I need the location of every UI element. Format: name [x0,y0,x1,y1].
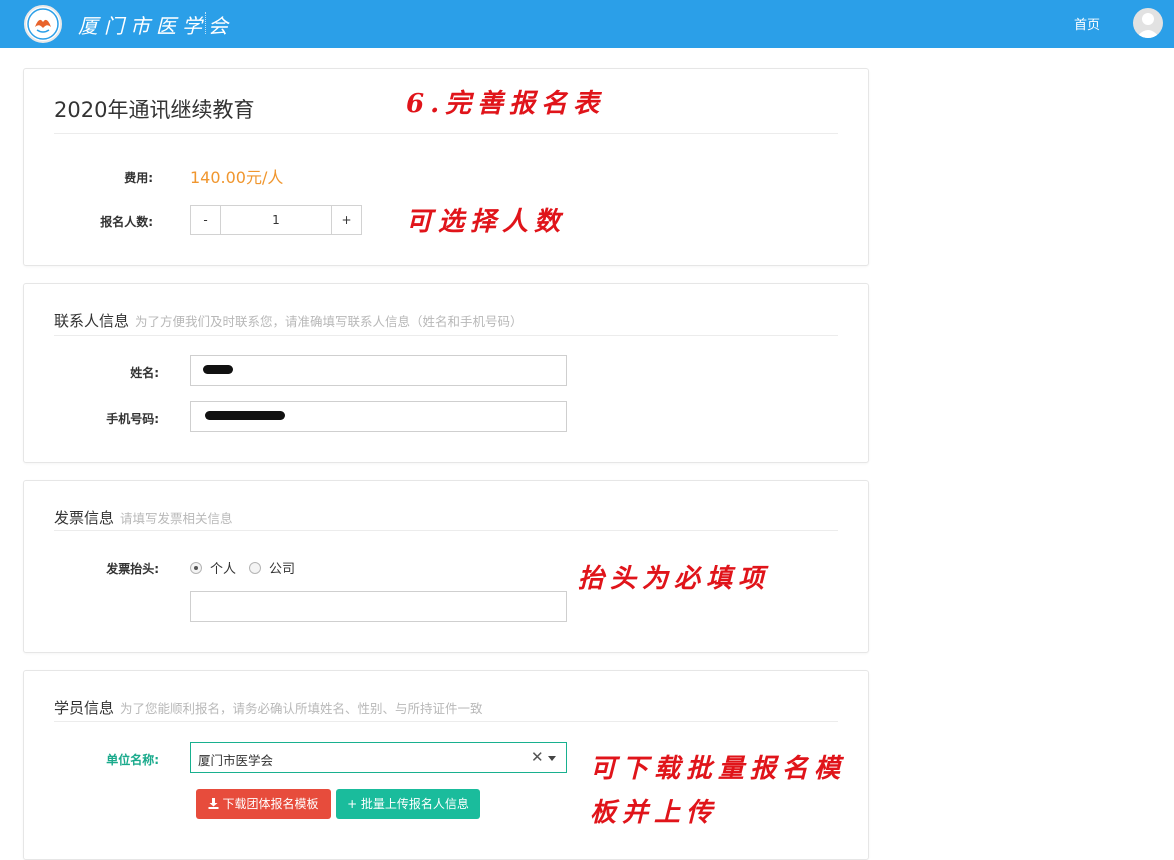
unit-select[interactable]: 厦门市医学会 ✕ [190,742,567,773]
user-icon [1136,13,1160,38]
chevron-down-icon[interactable] [548,756,556,761]
invoice-heading-text: 发票信息 [54,509,115,527]
redacted-phone [205,411,285,420]
radio-personal-label[interactable]: 个人 [210,558,236,577]
increment-button[interactable]: + [332,206,361,234]
contact-hint: 为了方便我们及时联系您，请准确填写联系人信息（姓名和手机号码） [135,314,523,329]
contact-divider [54,335,838,336]
count-label: 报名人数: [100,215,153,229]
unit-label: 单位名称: [106,753,159,767]
radio-company[interactable] [249,561,262,574]
radio-personal[interactable] [190,561,202,574]
fee-value: 140.00元/人 [190,168,284,187]
name-label: 姓名: [130,366,159,380]
annotation-select-count: 可选择人数 [406,207,567,237]
invoice-title-input[interactable] [190,591,567,622]
student-divider [54,721,838,722]
nav-home-link[interactable]: 首页 [1074,14,1100,33]
phone-label: 手机号码: [106,412,159,426]
invoice-title-options: 个人 公司 [190,558,308,577]
quantity-stepper: - 1 + [190,205,362,235]
contact-heading: 联系人信息 为了方便我们及时联系您，请准确填写联系人信息（姓名和手机号码） [54,310,523,331]
logo-divider [205,12,210,34]
student-hint: 为了您能顺利报名，请务必确认所填姓名、性别、与所持证件一致 [120,701,483,716]
quantity-input[interactable]: 1 [220,206,332,234]
contact-card: 联系人信息 为了方便我们及时联系您，请准确填写联系人信息（姓名和手机号码） 姓名:… [23,283,869,463]
download-template-button[interactable]: 下载团体报名模板 [196,789,331,819]
invoice-divider [54,530,838,531]
annotation-title-required: 抬头为必填项 [578,564,771,594]
contact-heading-text: 联系人信息 [54,312,130,330]
batch-upload-button[interactable]: + 批量上传报名人信息 [336,789,480,819]
name-field[interactable] [190,355,567,386]
invoice-heading: 发票信息 请填写发票相关信息 [54,507,233,528]
student-heading: 学员信息 为了您能顺利报名，请务必确认所填姓名、性别、与所持证件一致 [54,697,483,718]
annotation-download-template-line2: 板并上传 [590,798,719,828]
annotation-download-template-line1: 可下载批量报名模 [590,754,847,784]
download-template-label: 下载团体报名模板 [222,797,319,811]
course-divider [54,133,838,134]
phone-field[interactable] [190,401,567,432]
logo-text: 厦门市医学会 [78,14,234,38]
redacted-name [203,365,233,374]
invoice-title-label: 发票抬头: [106,562,159,576]
invoice-hint: 请填写发票相关信息 [120,511,233,526]
top-navbar: 厦门市医学会 首页 [0,0,1174,48]
medical-association-logo[interactable] [24,5,62,43]
user-avatar[interactable] [1133,8,1163,38]
student-heading-text: 学员信息 [54,699,115,717]
download-icon [208,798,219,809]
annotation-complete-form: 6.完善报名表 [406,89,606,119]
fee-label: 费用: [124,171,153,185]
course-title: 2020年通讯继续教育 [54,98,255,122]
unit-select-value: 厦门市医学会 [198,753,274,768]
clear-icon[interactable]: ✕ [531,748,544,766]
decrement-button[interactable]: - [191,206,220,234]
radio-company-label[interactable]: 公司 [269,558,295,577]
logo-emblem-icon [27,8,59,40]
